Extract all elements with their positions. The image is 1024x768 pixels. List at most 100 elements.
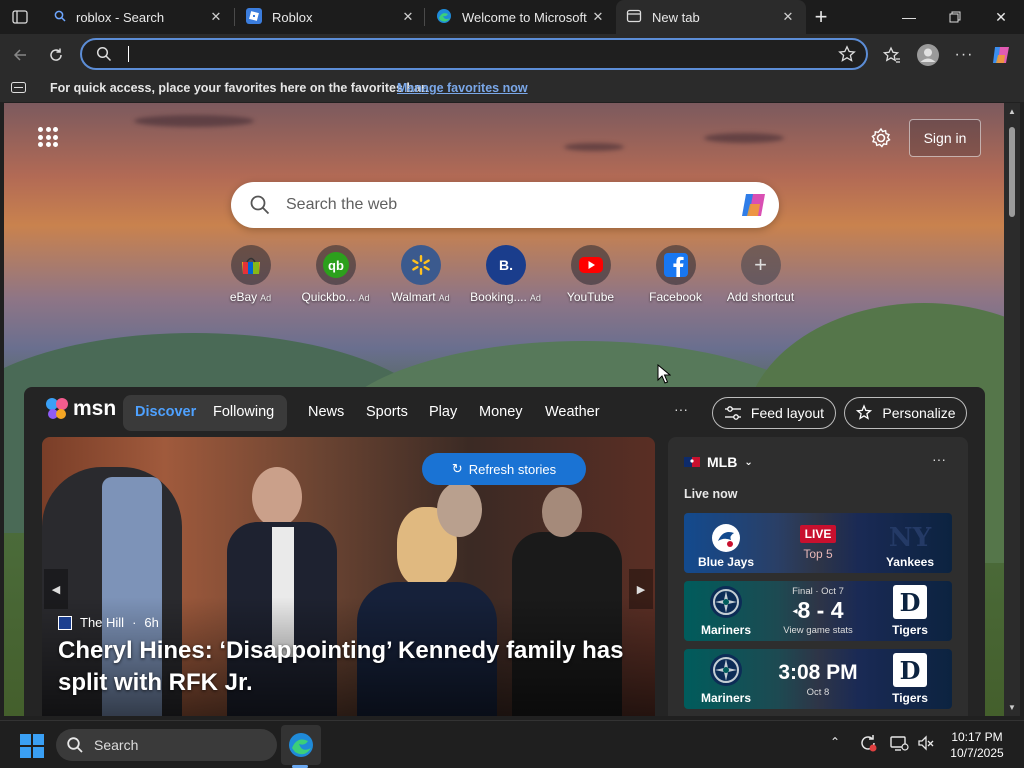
web-search-box[interactable] bbox=[231, 182, 779, 228]
next-story-button[interactable]: ▶ bbox=[629, 569, 653, 609]
add-shortcut-button[interactable]: + Add shortcut bbox=[718, 245, 803, 304]
scroll-up-icon[interactable]: ▲ bbox=[1008, 107, 1016, 116]
close-icon[interactable]: ✕ bbox=[590, 9, 606, 25]
game-row[interactable]: Mariners 3:08 PM Oct 8 D Tigers bbox=[684, 649, 952, 709]
team-name: Mariners bbox=[700, 691, 752, 705]
shortcut-youtube[interactable]: YouTube bbox=[548, 245, 633, 304]
gear-icon bbox=[871, 127, 891, 148]
apps-launcher-icon[interactable] bbox=[38, 127, 58, 147]
scrollbar-thumb[interactable] bbox=[1009, 127, 1015, 217]
score-value: 8 - 4 bbox=[797, 597, 844, 624]
tab-separator bbox=[424, 8, 425, 26]
profile-icon bbox=[917, 44, 939, 66]
taskbar-search-box[interactable]: Search bbox=[56, 729, 277, 761]
shortcut-label: eBay bbox=[229, 290, 258, 304]
game-row[interactable]: Mariners Final · Oct 7 ◂8 - 4 View game … bbox=[684, 581, 952, 641]
close-window-button[interactable]: ✕ bbox=[978, 0, 1024, 34]
close-icon[interactable]: ✕ bbox=[780, 9, 796, 25]
mlb-more-button[interactable]: ··· bbox=[932, 451, 946, 467]
nav-play[interactable]: Play bbox=[429, 404, 457, 420]
taskbar-search-label: Search bbox=[94, 737, 139, 753]
league-selector[interactable]: MLB ⌄ bbox=[684, 454, 753, 470]
new-tab-page: Sign in eBayAd qb Quickbo...Ad WalmartAd… bbox=[4, 103, 1004, 716]
close-icon[interactable]: ✕ bbox=[400, 9, 416, 25]
page-scrollbar[interactable]: ▲ ▼ bbox=[1004, 103, 1020, 716]
copilot-icon[interactable] bbox=[739, 191, 769, 224]
tab-new-tab[interactable]: New tab ✕ bbox=[616, 0, 806, 34]
ad-badge: Ad bbox=[438, 293, 450, 303]
profile-button[interactable] bbox=[915, 42, 941, 68]
sync-status-icon[interactable] bbox=[858, 733, 878, 756]
msn-wordmark: msn bbox=[73, 397, 117, 420]
feed-layout-button[interactable]: Feed layout bbox=[712, 397, 836, 429]
windows-start-icon[interactable] bbox=[20, 734, 44, 758]
home-team: D Tigers bbox=[868, 649, 952, 709]
nav-sports[interactable]: Sports bbox=[366, 404, 408, 420]
address-bar[interactable] bbox=[80, 38, 868, 70]
search-icon bbox=[249, 194, 271, 221]
close-icon[interactable]: ✕ bbox=[208, 9, 224, 25]
story-source: The Hill · 6h bbox=[58, 615, 159, 630]
view-game-stats-link[interactable]: View game stats bbox=[783, 625, 853, 636]
search-icon bbox=[67, 737, 83, 753]
favorites-button[interactable] bbox=[879, 42, 905, 68]
game-row[interactable]: Blue Jays LIVE Top 5 NY Yankees bbox=[684, 513, 952, 573]
tab-roblox[interactable]: Roblox ✕ bbox=[236, 0, 426, 34]
star-icon[interactable] bbox=[838, 45, 856, 68]
nav-money[interactable]: Money bbox=[479, 404, 523, 420]
refresh-stories-label: Refresh stories bbox=[468, 461, 557, 477]
volume-muted-icon[interactable] bbox=[916, 733, 936, 756]
shortcut-ebay[interactable]: eBay Ad bbox=[208, 245, 293, 304]
toolbar: ··· bbox=[0, 34, 1024, 74]
taskbar-clock[interactable]: 10:17 PM 10/7/2025 bbox=[944, 729, 1010, 761]
search-icon bbox=[54, 10, 66, 25]
nav-weather[interactable]: Weather bbox=[545, 404, 600, 420]
copilot-button[interactable] bbox=[988, 42, 1014, 68]
network-icon[interactable] bbox=[889, 733, 909, 756]
final-score: ◂8 - 4 bbox=[792, 597, 843, 625]
shortcut-walmart[interactable]: Walmart Ad bbox=[378, 245, 463, 304]
youtube-icon bbox=[578, 257, 603, 273]
taskbar-edge-button[interactable] bbox=[281, 725, 321, 765]
new-tab-button[interactable]: + bbox=[808, 4, 834, 30]
sign-in-button[interactable]: Sign in bbox=[909, 119, 981, 157]
manage-favorites-link[interactable]: Manage favorites now bbox=[397, 81, 528, 95]
story-headline[interactable]: Cheryl Hines: ‘Disappointing’ Kennedy fa… bbox=[58, 635, 638, 699]
facebook-icon bbox=[663, 253, 688, 277]
minimize-icon: — bbox=[902, 9, 916, 25]
away-team: Mariners bbox=[684, 649, 768, 709]
nav-more-button[interactable]: ··· bbox=[674, 401, 688, 417]
scroll-down-icon[interactable]: ▼ bbox=[1008, 703, 1016, 712]
tab-actions-icon[interactable] bbox=[8, 6, 32, 28]
settings-more-button[interactable]: ··· bbox=[951, 42, 977, 68]
msn-butterfly-icon bbox=[46, 398, 68, 419]
personalize-button[interactable]: Personalize bbox=[844, 397, 967, 429]
page-settings-button[interactable] bbox=[868, 125, 894, 151]
mlb-scores-card: MLB ⌄ ··· Live now Blue Jays LIVE Top 5 bbox=[668, 437, 968, 716]
tab-roblox-search[interactable]: roblox - Search ✕ bbox=[44, 0, 234, 34]
roblox-icon bbox=[246, 7, 262, 27]
quickbooks-icon: qb bbox=[322, 252, 349, 278]
web-search-input[interactable] bbox=[286, 194, 726, 216]
nav-news[interactable]: News bbox=[308, 404, 344, 420]
shortcut-facebook[interactable]: Facebook bbox=[633, 245, 718, 304]
msn-logo[interactable]: msn bbox=[44, 397, 116, 421]
tab-welcome-edge[interactable]: Welcome to Microsoft E ✕ bbox=[426, 0, 616, 34]
show-hidden-icons-button[interactable]: ⌃ bbox=[830, 735, 840, 749]
nav-discover[interactable]: Discover bbox=[135, 404, 196, 420]
hero-story-card[interactable]: ↻ Refresh stories ◀ ▶ The Hill · 6h Cher… bbox=[42, 437, 655, 716]
back-button[interactable] bbox=[7, 42, 33, 68]
address-input[interactable] bbox=[126, 44, 826, 64]
shortcut-booking[interactable]: B. Booking.... Ad bbox=[463, 245, 548, 304]
previous-story-button[interactable]: ◀ bbox=[44, 569, 68, 609]
team-name: Tigers bbox=[892, 691, 928, 705]
refresh-button[interactable] bbox=[43, 42, 69, 68]
refresh-stories-button[interactable]: ↻ Refresh stories bbox=[422, 453, 586, 485]
tab-title: Welcome to Microsoft E bbox=[462, 9, 590, 25]
shortcut-label: YouTube bbox=[566, 290, 615, 304]
back-icon bbox=[13, 49, 26, 61]
nav-following[interactable]: Following bbox=[213, 404, 274, 420]
restore-button[interactable] bbox=[932, 0, 978, 34]
minimize-button[interactable]: — bbox=[886, 0, 932, 34]
shortcut-quickbooks[interactable]: qb Quickbo... Ad bbox=[293, 245, 378, 304]
